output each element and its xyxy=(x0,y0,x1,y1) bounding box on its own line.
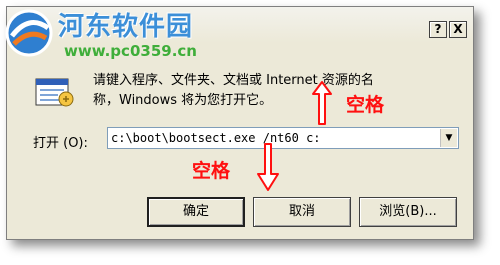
run-program-icon xyxy=(35,73,75,109)
ok-button[interactable]: 确定 xyxy=(147,197,245,227)
chevron-down-icon[interactable]: ▼ xyxy=(440,129,457,147)
annotation-label-top: 空格 xyxy=(346,94,385,116)
browse-button[interactable]: 浏览(B)... xyxy=(359,197,457,227)
watermark-title: 河东软件园 xyxy=(58,12,194,42)
site-watermark: 河东软件园 www.pc0359.cn xyxy=(0,0,240,72)
red-arrow-down-icon xyxy=(257,143,279,191)
prompt-line-2: 称，Windows 将为您打开它。 xyxy=(93,93,273,108)
site-logo-icon xyxy=(2,6,56,60)
cancel-button[interactable]: 取消 xyxy=(253,197,351,227)
close-button[interactable]: X xyxy=(449,21,467,38)
annotation-label-bottom: 空格 xyxy=(192,160,231,182)
open-combobox[interactable]: ▼ xyxy=(107,127,459,149)
help-button[interactable]: ? xyxy=(429,21,447,38)
open-label: 打开 (O): xyxy=(33,136,88,151)
run-prompt: 请键入程序、文件夹、文档或 Internet 资源的名 称，Windows 将为… xyxy=(93,71,453,111)
screenshot-stage: ? X 请键入程序、文件夹、文档或 Internet 资源的名 称，Window… xyxy=(0,0,500,265)
prompt-line-1: 请键入程序、文件夹、文档或 Internet 资源的名 xyxy=(93,73,374,88)
red-arrow-up-icon xyxy=(312,81,332,125)
watermark-url: www.pc0359.cn xyxy=(64,42,197,60)
